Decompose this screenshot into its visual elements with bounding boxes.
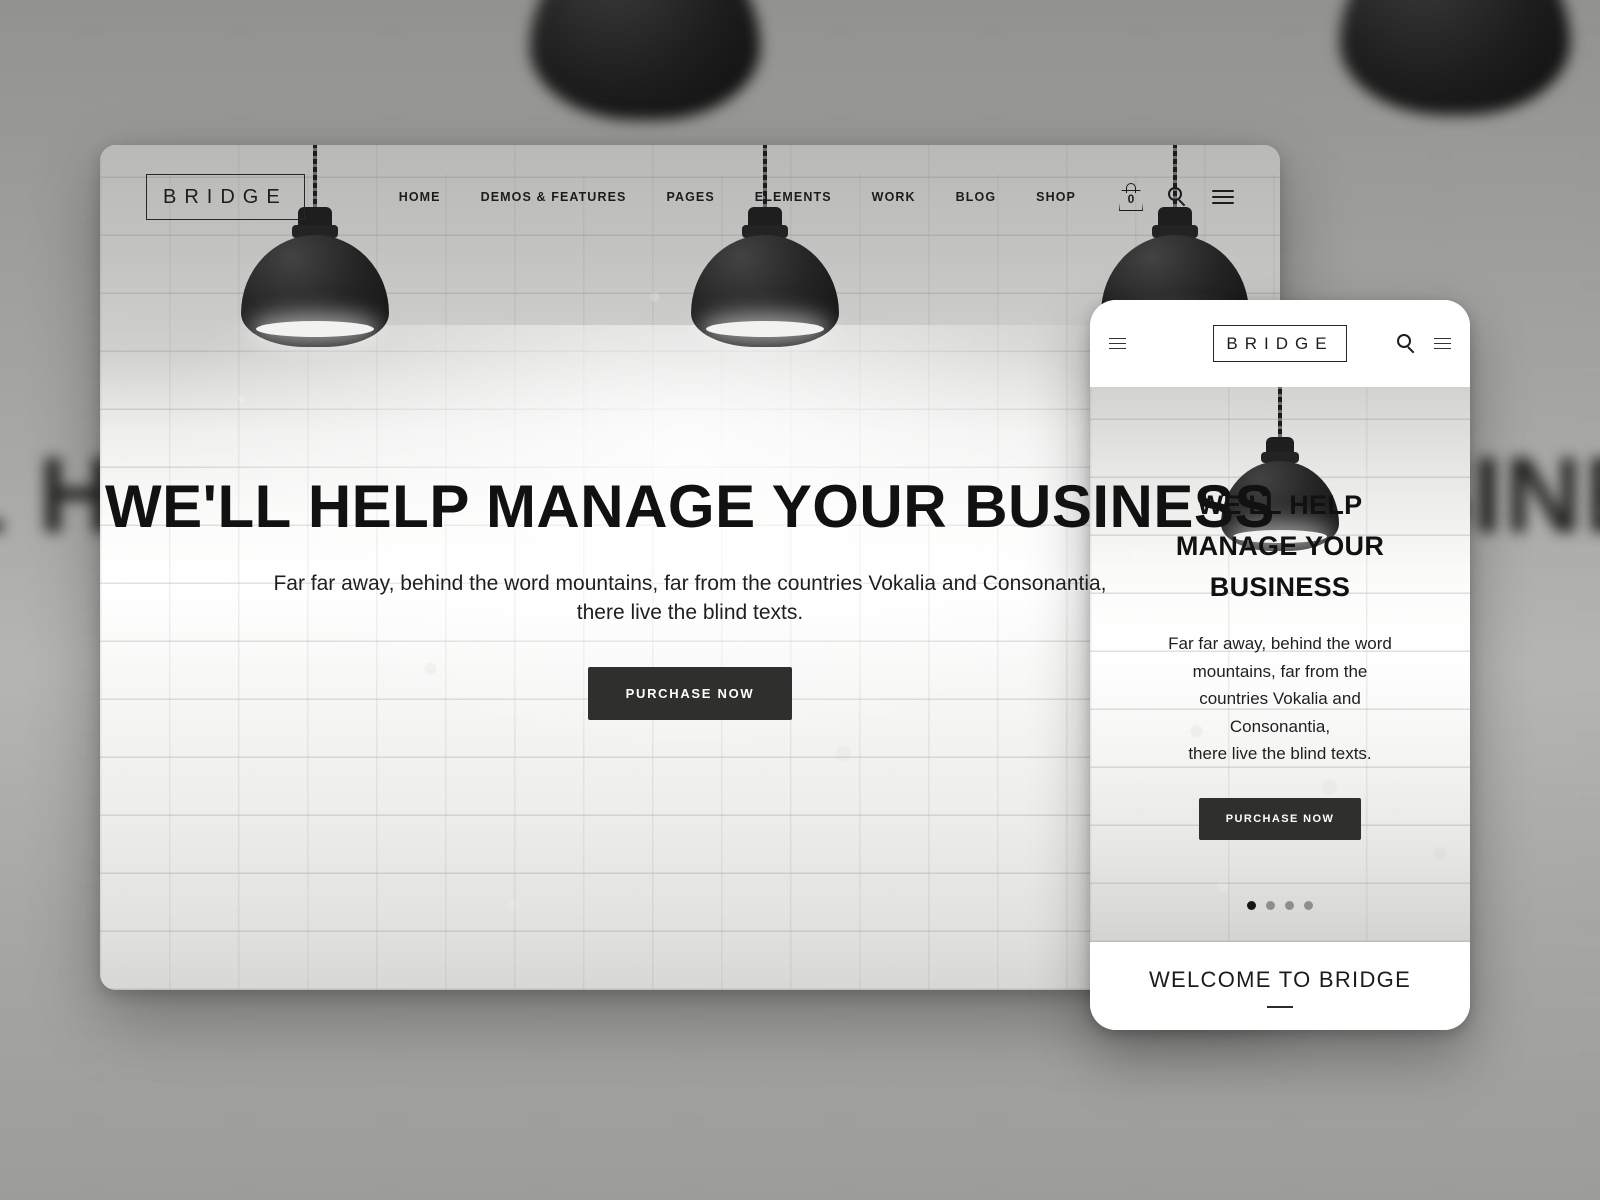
nav-item-shop[interactable]: SHOP [1016, 190, 1096, 204]
nav-item-work[interactable]: WORK [852, 190, 936, 204]
carousel-dots [1090, 901, 1470, 910]
search-handle [1178, 199, 1186, 207]
mobile-search-icon[interactable] [1397, 333, 1417, 354]
shopping-bag-icon[interactable]: 0 [1118, 183, 1144, 211]
nav-item-demos-features[interactable]: DEMOS & FEATURES [461, 190, 647, 204]
mobile-hero-content: WE'LL HELP MANAGE YOUR BUSINESS Far far … [1090, 485, 1470, 840]
mobile-hamburger-menu-icon-left[interactable] [1109, 334, 1126, 353]
nav-item-home[interactable]: HOME [379, 190, 461, 204]
search-icon[interactable] [1168, 187, 1188, 207]
nav-item-elements[interactable]: ELEMENTS [735, 190, 852, 204]
nav-item-blog[interactable]: BLOG [936, 190, 1017, 204]
mobile-navbar: BRIDGE [1090, 300, 1470, 387]
desktop-nav-icons: 0 [1096, 183, 1234, 211]
welcome-title: WELCOME TO BRIDGE [1148, 967, 1412, 992]
title-divider [1267, 1006, 1293, 1008]
site-logo[interactable]: BRIDGE [146, 174, 305, 220]
mobile-hero-subtitle: Far far away, behind the word mountains,… [1168, 634, 1392, 764]
mobile-device-preview: BRIDGE WE'LL HELP MANAGE YOUR BUSINESS F… [1090, 300, 1470, 1030]
mobile-hamburger-menu-icon-right[interactable] [1434, 334, 1451, 353]
carousel-dot-2[interactable] [1266, 901, 1275, 910]
search-handle [1407, 345, 1415, 353]
carousel-dot-1[interactable] [1247, 901, 1256, 910]
desktop-nav-menu: HOME DEMOS & FEATURES PAGES ELEMENTS WOR… [379, 183, 1234, 211]
mobile-welcome-section: WELCOME TO BRIDGE [1090, 942, 1470, 1030]
mobile-nav-icons [1397, 333, 1451, 354]
background-lamp-left [530, 0, 760, 120]
mobile-purchase-now-button[interactable]: PURCHASE NOW [1198, 797, 1362, 840]
carousel-dot-3[interactable] [1285, 901, 1294, 910]
hero-subtitle: Far far away, behind the word mountains,… [273, 572, 1107, 624]
desktop-navbar: BRIDGE HOME DEMOS & FEATURES PAGES ELEME… [100, 145, 1280, 249]
background-lamp-right [1340, 0, 1570, 115]
mobile-hero: WE'LL HELP MANAGE YOUR BUSINESS Far far … [1090, 387, 1470, 942]
hamburger-menu-icon[interactable] [1212, 186, 1234, 208]
nav-item-pages[interactable]: PAGES [646, 190, 734, 204]
mobile-site-logo[interactable]: BRIDGE [1213, 325, 1347, 362]
carousel-dot-4[interactable] [1304, 901, 1313, 910]
purchase-now-button[interactable]: PURCHASE NOW [587, 667, 793, 721]
search-ring [1397, 333, 1411, 348]
cart-count: 0 [1127, 192, 1135, 206]
screenshot-stage: L HELP MANAGE YOUR BUSINESS far away, be… [0, 0, 1600, 1200]
mobile-hero-headline: WE'LL HELP MANAGE YOUR BUSINESS [1175, 490, 1385, 603]
